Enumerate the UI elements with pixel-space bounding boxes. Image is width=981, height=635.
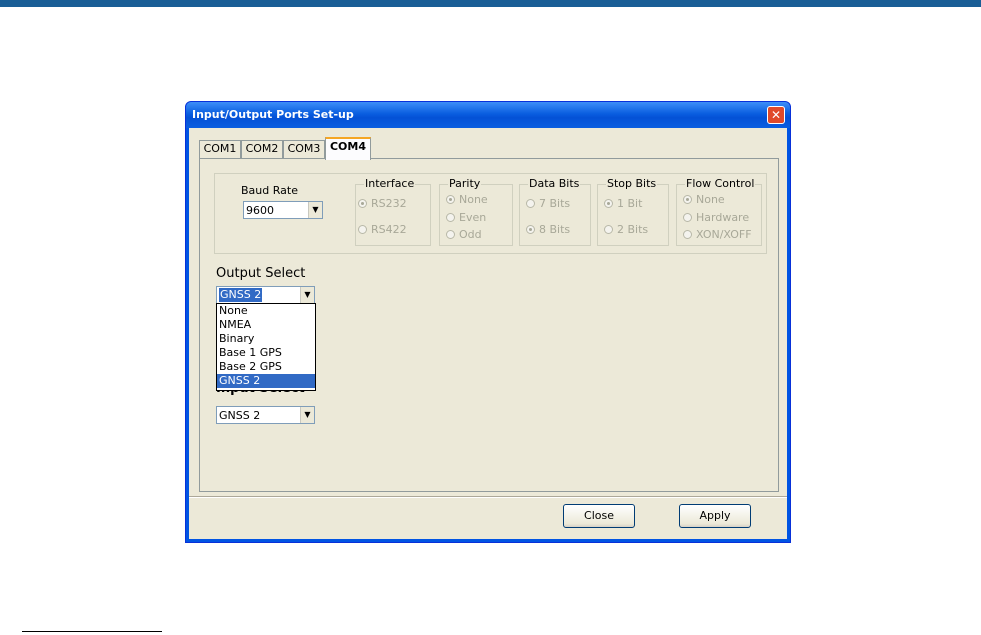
radio-selected-icon bbox=[526, 225, 535, 234]
dialog-title: Input/Output Ports Set-up bbox=[192, 108, 354, 121]
serial-settings-group: Baud Rate 9600 ▼ Interface RS232 RS422 P… bbox=[214, 173, 767, 254]
interface-label: Interface bbox=[364, 177, 416, 190]
com4-tab-page: Baud Rate 9600 ▼ Interface RS232 RS422 P… bbox=[199, 158, 779, 492]
data-bits-7-label: 7 Bits bbox=[539, 197, 571, 210]
data-bits-label: Data Bits bbox=[528, 177, 581, 190]
flow-xonxoff-option: XON/XOFF bbox=[683, 228, 752, 241]
input-select-combo[interactable]: GNSS 2 ▼ bbox=[216, 406, 315, 424]
stop-bits-group: Stop Bits 1 Bit 2 Bits bbox=[597, 177, 669, 246]
flow-hardware-label: Hardware bbox=[696, 211, 750, 224]
dialog-title-bar[interactable]: Input/Output Ports Set-up ✕ bbox=[186, 102, 790, 128]
footnote-rule bbox=[22, 631, 162, 632]
interface-rs422-label: RS422 bbox=[371, 223, 407, 236]
baud-rate-label: Baud Rate bbox=[241, 184, 298, 197]
data-bits-7-option: 7 Bits bbox=[526, 197, 570, 210]
flow-none-label: None bbox=[696, 193, 725, 206]
radio-icon bbox=[526, 199, 535, 208]
apply-button[interactable]: Apply bbox=[679, 504, 751, 528]
flow-control-label: Flow Control bbox=[685, 177, 756, 190]
parity-group: Parity None Even Odd bbox=[439, 177, 513, 246]
dropdown-option-none[interactable]: None bbox=[217, 304, 315, 318]
tab-com3[interactable]: COM3 bbox=[283, 140, 325, 158]
data-bits-8-label: 8 Bits bbox=[539, 223, 571, 236]
ports-setup-dialog: Input/Output Ports Set-up ✕ COM1 COM2 CO… bbox=[185, 101, 791, 543]
dropdown-option-gnss2[interactable]: GNSS 2 bbox=[217, 374, 315, 388]
dialog-client: COM1 COM2 COM3 COM4 Baud Rate 9600 ▼ Int… bbox=[189, 128, 787, 539]
output-select-combo[interactable]: GNSS 2 ▼ bbox=[216, 286, 315, 304]
stop-bits-2-option: 2 Bits bbox=[604, 223, 648, 236]
radio-icon bbox=[446, 230, 455, 239]
baud-rate-select[interactable]: 9600 ▼ bbox=[243, 201, 323, 219]
dropdown-option-base1-gps[interactable]: Base 1 GPS bbox=[217, 346, 315, 360]
interface-rs232-option: RS232 bbox=[358, 197, 407, 210]
parity-odd-label: Odd bbox=[459, 228, 482, 241]
output-select-label: Output Select bbox=[216, 266, 306, 281]
dropdown-option-nmea[interactable]: NMEA bbox=[217, 318, 315, 332]
radio-icon bbox=[683, 213, 692, 222]
page-top-bar bbox=[0, 0, 981, 7]
data-bits-8-option: 8 Bits bbox=[526, 223, 570, 236]
flow-hardware-option: Hardware bbox=[683, 211, 749, 224]
interface-rs232-label: RS232 bbox=[371, 197, 407, 210]
radio-icon bbox=[683, 230, 692, 239]
parity-even-option: Even bbox=[446, 211, 486, 224]
stop-bits-1-label: 1 Bit bbox=[617, 197, 643, 210]
parity-odd-option: Odd bbox=[446, 228, 482, 241]
interface-rs422-option: RS422 bbox=[358, 223, 407, 236]
data-bits-group: Data Bits 7 Bits 8 Bits bbox=[519, 177, 591, 246]
chevron-down-icon[interactable]: ▼ bbox=[300, 287, 314, 303]
radio-icon bbox=[358, 225, 367, 234]
radio-selected-icon bbox=[604, 199, 613, 208]
close-button[interactable]: Close bbox=[563, 504, 635, 528]
close-icon[interactable]: ✕ bbox=[767, 106, 785, 124]
parity-even-label: Even bbox=[459, 211, 487, 224]
flow-control-group: Flow Control None Hardware XON/XOFF bbox=[676, 177, 762, 246]
button-separator bbox=[189, 496, 787, 498]
radio-icon bbox=[446, 213, 455, 222]
stop-bits-2-label: 2 Bits bbox=[617, 223, 649, 236]
tab-com4[interactable]: COM4 bbox=[325, 137, 371, 160]
chevron-down-icon[interactable]: ▼ bbox=[300, 407, 314, 423]
radio-selected-icon bbox=[446, 195, 455, 204]
radio-selected-icon bbox=[358, 199, 367, 208]
radio-selected-icon bbox=[683, 195, 692, 204]
tab-com2[interactable]: COM2 bbox=[241, 140, 283, 158]
output-select-dropdown: None NMEA Binary Base 1 GPS Base 2 GPS G… bbox=[216, 303, 316, 391]
flow-none-option: None bbox=[683, 193, 725, 206]
radio-icon bbox=[604, 225, 613, 234]
output-select-value: GNSS 2 bbox=[219, 288, 263, 302]
input-select-value: GNSS 2 bbox=[219, 409, 261, 422]
interface-group: Interface RS232 RS422 bbox=[355, 177, 431, 246]
flow-xonxoff-label: XON/XOFF bbox=[696, 228, 752, 241]
parity-none-label: None bbox=[459, 193, 488, 206]
dropdown-option-base2-gps[interactable]: Base 2 GPS bbox=[217, 360, 315, 374]
chevron-down-icon[interactable]: ▼ bbox=[308, 202, 322, 218]
dropdown-option-binary[interactable]: Binary bbox=[217, 332, 315, 346]
tab-com1[interactable]: COM1 bbox=[199, 140, 241, 158]
parity-none-option: None bbox=[446, 193, 488, 206]
parity-label: Parity bbox=[448, 177, 482, 190]
stop-bits-label: Stop Bits bbox=[606, 177, 658, 190]
baud-rate-value: 9600 bbox=[246, 204, 274, 217]
stop-bits-1-option: 1 Bit bbox=[604, 197, 642, 210]
